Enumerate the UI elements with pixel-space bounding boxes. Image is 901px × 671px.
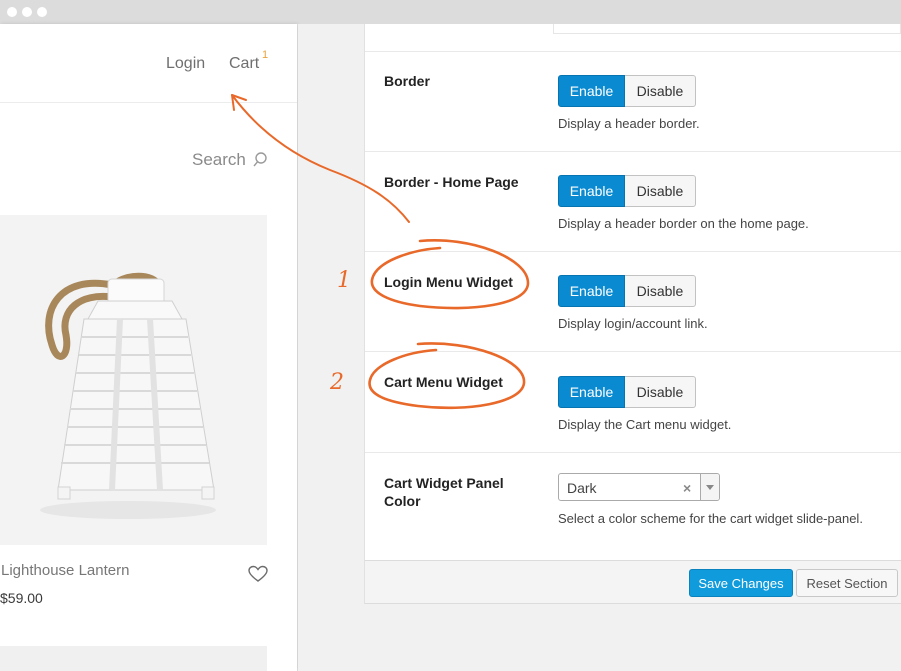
panel-color-label-line1: Cart Widget Panel	[384, 475, 504, 491]
cart-widget-disable-button[interactable]: Disable	[625, 376, 696, 408]
login-widget-toggle: Enable Disable	[558, 275, 696, 307]
chevron-down-icon	[706, 485, 714, 490]
annotation-number-2: 2	[330, 370, 344, 395]
border-home-disable-button[interactable]: Disable	[625, 175, 696, 207]
cart-widget-enable-button[interactable]: Enable	[558, 376, 625, 408]
row-divider	[365, 452, 901, 453]
row-divider	[365, 251, 901, 252]
lantern-illustration	[40, 272, 216, 519]
search-label[interactable]: Search	[192, 150, 246, 170]
border-disable-button[interactable]: Disable	[625, 75, 696, 107]
login-link[interactable]: Login	[166, 55, 205, 73]
product-image[interactable]	[0, 215, 267, 545]
storefront-preview: Login Cart 1 Search Lighthouse Lantern $…	[0, 24, 297, 671]
panel-color-description: Select a color scheme for the cart widge…	[558, 511, 863, 526]
row-divider	[365, 51, 901, 52]
reset-section-button[interactable]: Reset Section	[796, 569, 898, 597]
login-widget-label: Login Menu Widget	[384, 274, 513, 290]
border-home-toggle: Enable Disable	[558, 175, 696, 207]
next-product-image[interactable]	[0, 646, 267, 671]
panel-color-select[interactable]: Dark ×	[558, 473, 720, 501]
heart-icon[interactable]	[248, 565, 268, 583]
cart-link[interactable]: Cart	[229, 55, 259, 73]
product-price: $59.00	[0, 590, 43, 606]
window-dot	[22, 7, 32, 17]
border-enable-button[interactable]: Enable	[558, 75, 625, 107]
cart-widget-label: Cart Menu Widget	[384, 374, 503, 390]
save-changes-button[interactable]: Save Changes	[689, 569, 793, 597]
login-widget-enable-button[interactable]: Enable	[558, 275, 625, 307]
cart-widget-toggle: Enable Disable	[558, 376, 696, 408]
annotation-number-1: 1	[337, 268, 351, 293]
cart-widget-description: Display the Cart menu widget.	[558, 417, 732, 432]
border-description: Display a header border.	[558, 116, 700, 131]
search-icon[interactable]	[252, 151, 268, 169]
login-widget-description: Display login/account link.	[558, 316, 708, 331]
panel-color-label-line2: Color	[384, 493, 421, 509]
login-widget-disable-button[interactable]: Disable	[625, 275, 696, 307]
border-home-description: Display a header border on the home page…	[558, 216, 809, 231]
border-home-label: Border - Home Page	[384, 174, 519, 190]
window-dot	[7, 7, 17, 17]
product-name[interactable]: Lighthouse Lantern	[1, 562, 129, 579]
select-arrow-button[interactable]	[700, 474, 719, 500]
window-dot	[37, 7, 47, 17]
header-divider	[0, 102, 297, 103]
close-icon[interactable]: ×	[683, 480, 691, 496]
previous-field-edge	[553, 24, 901, 34]
border-label: Border	[384, 73, 430, 89]
window-titlebar	[0, 0, 901, 24]
border-toggle: Enable Disable	[558, 75, 696, 107]
panel-color-selected-value: Dark	[567, 480, 597, 496]
border-home-enable-button[interactable]: Enable	[558, 175, 625, 207]
row-divider	[365, 151, 901, 152]
cart-count-badge: 1	[262, 49, 269, 61]
row-divider	[365, 351, 901, 352]
